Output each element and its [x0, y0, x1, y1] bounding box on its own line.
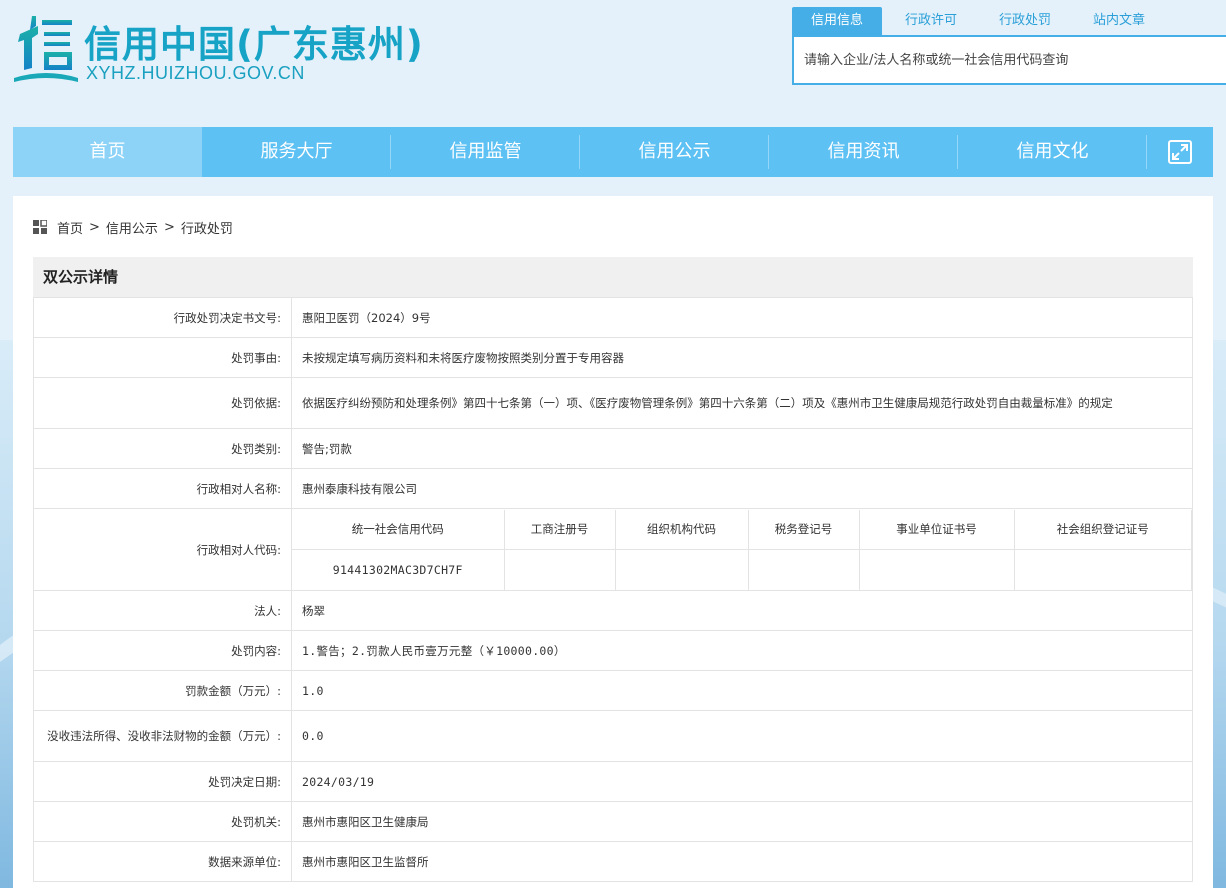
basis-label: 处罚依据: [33, 377, 292, 429]
decision-no-value: 惠阳卫医罚（2024）9号 [291, 297, 1193, 338]
detail-section: 双公示详情 行政处罚决定书文号: 惠阳卫医罚（2024）9号 处罚事由: 未按规… [33, 257, 1193, 882]
table-row: 处罚类别: 警告;罚款 [33, 428, 1193, 469]
source-label: 数据来源单位: [33, 841, 292, 882]
table-row: 处罚机关: 惠州市惠阳区卫生健康局 [33, 801, 1193, 842]
table-row: 处罚决定日期: 2024/03/19 [33, 761, 1193, 802]
category-label: 处罚类别: [33, 428, 292, 469]
table-row: 统一社会信用代码 工商注册号 组织机构代码 税务登记号 事业单位证书号 社会组织… [292, 509, 1192, 550]
breadcrumb: 首页 > 信用公示 > 行政处罚 [33, 218, 233, 237]
code-value-social-org-cert [1013, 549, 1192, 590]
table-row: 行政相对人名称: 惠州泰康科技有限公司 [33, 468, 1193, 509]
nav-item-home[interactable]: 首页 [13, 127, 202, 177]
content-panel: 首页 > 信用公示 > 行政处罚 双公示详情 行政处罚决定书文号: 惠阳卫医罚（… [13, 196, 1213, 888]
search-tab-admin-penalty[interactable]: 行政处罚 [980, 7, 1070, 35]
breadcrumb-admin-penalty[interactable]: 行政处罚 [181, 218, 233, 237]
nav-item-credit-supervision[interactable]: 信用监管 [391, 127, 580, 177]
breadcrumb-separator: > [163, 219, 175, 235]
basis-value: 依据医疗纠纷预防和处理条例》第四十七条第（一）项、《医疗废物管理条例》第四十六条… [291, 377, 1193, 429]
source-value: 惠州市惠阳区卫生监督所 [291, 841, 1193, 882]
confiscation-value: 0.0 [291, 710, 1193, 762]
table-row: 处罚事由: 未按规定填写病历资料和未将医疗废物按照类别分置于专用容器 [33, 337, 1193, 378]
code-header-tax-reg: 税务登记号 [747, 509, 860, 550]
detail-table: 行政处罚决定书文号: 惠阳卫医罚（2024）9号 处罚事由: 未按规定填写病历资… [33, 297, 1193, 882]
category-value: 警告;罚款 [291, 428, 1193, 469]
code-value-business-reg [503, 549, 616, 590]
table-row: 罚款金额（万元）: 1.0 [33, 670, 1193, 711]
code-value-institution-cert [858, 549, 1015, 590]
reason-label: 处罚事由: [33, 337, 292, 378]
main-nav: 首页 服务大厅 信用监管 信用公示 信用资讯 信用文化 [13, 127, 1213, 177]
fullscreen-icon [1168, 140, 1192, 164]
party-name-value: 惠州泰康科技有限公司 [291, 468, 1193, 509]
table-row: 法人: 杨翠 [33, 590, 1193, 631]
party-code-label: 行政相对人代码: [33, 508, 292, 591]
code-header-org-code: 组织机构代码 [614, 509, 749, 550]
search-tab-admin-license[interactable]: 行政许可 [886, 7, 976, 35]
authority-value: 惠州市惠阳区卫生健康局 [291, 801, 1193, 842]
code-header-business-reg: 工商注册号 [503, 509, 616, 550]
nav-item-credit-culture[interactable]: 信用文化 [958, 127, 1147, 177]
nav-item-credit-news[interactable]: 信用资讯 [769, 127, 958, 177]
fine-label: 罚款金额（万元）: [33, 670, 292, 711]
nav-item-service-hall[interactable]: 服务大厅 [202, 127, 391, 177]
table-row: 没收违法所得、没收非法财物的金额（万元）: 0.0 [33, 710, 1193, 762]
fine-value: 1.0 [291, 670, 1193, 711]
date-value: 2024/03/19 [291, 761, 1193, 802]
party-code-table: 统一社会信用代码 工商注册号 组织机构代码 税务登记号 事业单位证书号 社会组织… [292, 509, 1192, 590]
reason-value: 未按规定填写病历资料和未将医疗废物按照类别分置于专用容器 [291, 337, 1193, 378]
authority-label: 处罚机关: [33, 801, 292, 842]
nav-item-credit-publicity[interactable]: 信用公示 [580, 127, 769, 177]
code-value-uscc: 91441302MAC3D7CH7F [292, 549, 505, 590]
party-name-label: 行政相对人名称: [33, 468, 292, 509]
code-value-tax-reg [747, 549, 860, 590]
date-label: 处罚决定日期: [33, 761, 292, 802]
decision-no-label: 行政处罚决定书文号: [33, 297, 292, 338]
breadcrumb-credit-publicity[interactable]: 信用公示 [106, 218, 158, 237]
table-row: 行政相对人代码: 统一社会信用代码 工商注册号 组织机构代码 税务登记号 事业单… [33, 508, 1193, 591]
content-label: 处罚内容: [33, 630, 292, 671]
legal-person-label: 法人: [33, 590, 292, 631]
breadcrumb-home[interactable]: 首页 [57, 218, 83, 237]
code-header-social-org-cert: 社会组织登记证号 [1013, 509, 1192, 550]
code-header-institution-cert: 事业单位证书号 [858, 509, 1015, 550]
table-row: 处罚依据: 依据医疗纠纷预防和处理条例》第四十七条第（一）项、《医疗废物管理条例… [33, 377, 1193, 429]
table-row: 91441302MAC3D7CH7F [292, 549, 1192, 590]
site-domain: XYHZ.HUIZHOU.GOV.CN [86, 63, 305, 83]
site-title: 信用中国(广东惠州) [84, 23, 424, 66]
confiscation-label: 没收违法所得、没收非法财物的金额（万元）: [33, 710, 292, 762]
nav-expand-button[interactable] [1147, 127, 1213, 177]
table-row: 行政处罚决定书文号: 惠阳卫医罚（2024）9号 [33, 297, 1193, 338]
code-value-org-code [614, 549, 749, 590]
content-value: 1.警告；2.罚款人民币壹万元整（￥10000.00） [291, 630, 1193, 671]
xin-logo-icon[interactable] [14, 12, 78, 86]
code-header-uscc: 统一社会信用代码 [292, 509, 505, 550]
search-tab-site-articles[interactable]: 站内文章 [1074, 7, 1164, 35]
breadcrumb-separator: > [89, 219, 100, 235]
grid-icon [33, 220, 47, 234]
table-row: 数据来源单位: 惠州市惠阳区卫生监督所 [33, 841, 1193, 882]
party-code-cell: 统一社会信用代码 工商注册号 组织机构代码 税务登记号 事业单位证书号 社会组织… [291, 508, 1193, 591]
search-tab-credit-info[interactable]: 信用信息 [792, 7, 882, 35]
legal-person-value: 杨翠 [291, 590, 1193, 631]
table-row: 处罚内容: 1.警告；2.罚款人民币壹万元整（￥10000.00） [33, 630, 1193, 671]
site-header: 信用中国(广东惠州) XYHZ.HUIZHOU.GOV.CN 信用信息 行政许可… [0, 0, 1226, 120]
search-tabs: 信用信息 行政许可 行政处罚 站内文章 [792, 7, 1226, 35]
detail-title: 双公示详情 [33, 257, 1193, 297]
search-input[interactable] [792, 35, 1226, 85]
search-box: 信用信息 行政许可 行政处罚 站内文章 [792, 7, 1226, 85]
